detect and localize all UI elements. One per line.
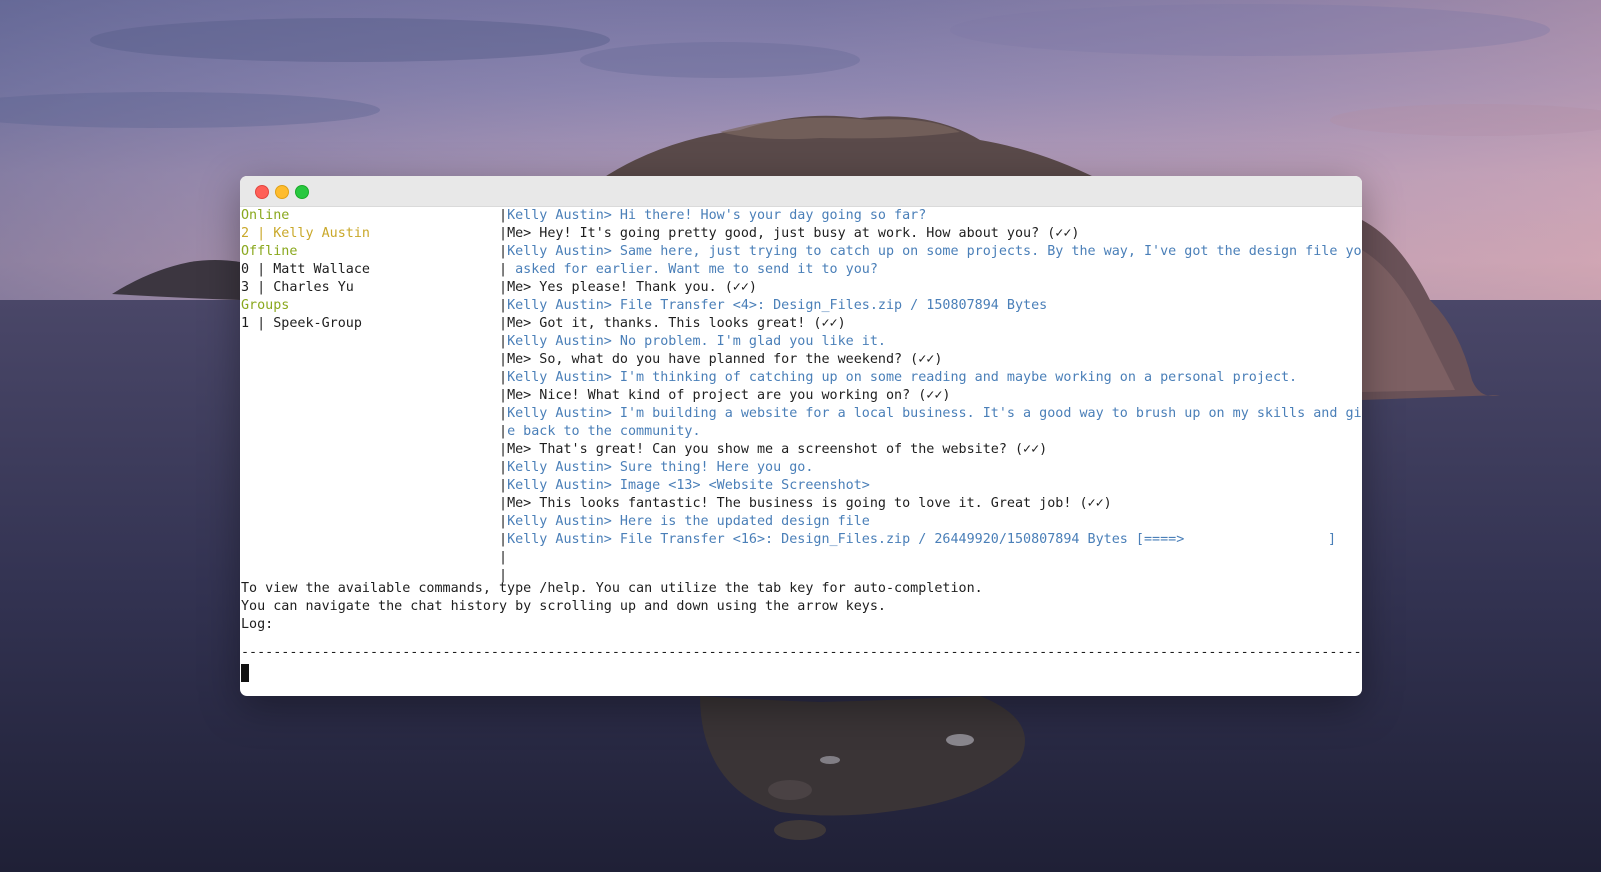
chat-message-line: | asked for earlier. Want me to send it …: [499, 261, 1362, 279]
online-heading: Online: [241, 208, 290, 223]
terminal-window: Online 2 | Kelly Austin Offline 0 | Matt…: [240, 176, 1362, 696]
chat-column-separator: |: [499, 226, 508, 241]
own-message-text: Me> Yes please! Thank you. (✓✓): [507, 280, 757, 295]
input-divider: ----------------------------------------…: [241, 645, 1362, 660]
peer-message-text: Kelly Austin> Image <13> <Website Screen…: [507, 478, 870, 493]
close-window-button[interactable]: [255, 185, 269, 199]
chat-message-line: |Me> That's great! Can you show me a scr…: [499, 441, 1362, 459]
chat-message-line: |Kelly Austin> No problem. I'm glad you …: [499, 333, 1362, 351]
chat-message-line: |Me> Yes please! Thank you. (✓✓): [499, 279, 1362, 297]
chat-column-separator: |: [499, 514, 508, 529]
peer-message-text: Kelly Austin> I'm building a website for…: [507, 406, 1362, 421]
contact-item-charles-yu[interactable]: 3 | Charles Yu: [241, 279, 354, 297]
chat-column-separator: |: [499, 244, 508, 259]
chat-column-separator: |: [499, 370, 508, 385]
peer-message-text: Kelly Austin> Sure thing! Here you go.: [507, 460, 814, 475]
window-titlebar[interactable]: [240, 176, 1362, 207]
chat-column-separator: |: [499, 388, 508, 403]
peer-message-text: asked for earlier. Want me to send it to…: [507, 262, 878, 277]
chat-message-line: |Me> Nice! What kind of project are you …: [499, 387, 1362, 405]
chat-message-line: |Kelly Austin> Here is the updated desig…: [499, 513, 1362, 531]
contact-item-matt-wallace[interactable]: 0 | Matt Wallace: [241, 261, 370, 279]
log-label: Log:: [241, 617, 274, 632]
contact-item-kelly-austin[interactable]: 2 | Kelly Austin: [241, 225, 370, 243]
chat-column-separator: |: [499, 532, 508, 547]
offline-heading: Offline: [241, 244, 298, 259]
chat-column-separator: |: [499, 316, 508, 331]
own-message-text: Me> Hey! It's going pretty good, just bu…: [507, 226, 1080, 241]
chat-column-separator: |: [499, 280, 508, 295]
peer-message-text: e back to the community.: [507, 424, 701, 439]
chat-message-line: |: [499, 549, 1362, 567]
chat-message-line: |Kelly Austin> File Transfer <4>: Design…: [499, 297, 1362, 315]
chat-column-separator: |: [499, 478, 508, 493]
chat-column-separator: |: [499, 334, 508, 349]
chat-message-line: |e back to the community.: [499, 423, 1362, 441]
peer-message-text: Kelly Austin> File Transfer <4>: Design_…: [507, 298, 1048, 313]
chat-message-line: |Me> So, what do you have planned for th…: [499, 351, 1362, 369]
chat-message-line: |Kelly Austin> File Transfer <16>: Desig…: [499, 531, 1362, 549]
peer-message-text: Kelly Austin> Same here, just trying to …: [507, 244, 1362, 259]
chat-message-line: |Kelly Austin> Sure thing! Here you go.: [499, 459, 1362, 477]
own-message-text: Me> This looks fantastic! The business i…: [507, 496, 1112, 511]
own-message-text: Me> Nice! What kind of project are you w…: [507, 388, 951, 403]
chat-message-line: |Kelly Austin> I'm building a website fo…: [499, 405, 1362, 423]
chat-column-separator: |: [499, 298, 508, 313]
chat-message-line: |Kelly Austin> I'm thinking of catching …: [499, 369, 1362, 387]
transfer-progress-bar-end: ]: [1328, 532, 1337, 547]
own-message-text: Me> So, what do you have planned for the…: [507, 352, 943, 367]
peer-message-text: Kelly Austin> File Transfer <16>: Design…: [507, 532, 1185, 547]
chat-column-separator: |: [499, 460, 508, 475]
chat-message-line: |Kelly Austin> Hi there! How's your day …: [499, 207, 1362, 225]
chat-message-line: |Me> This looks fantastic! The business …: [499, 495, 1362, 513]
chat-column-separator: |: [499, 442, 508, 457]
peer-message-text: Kelly Austin> I'm thinking of catching u…: [507, 370, 1298, 385]
navigation-hint-text: You can navigate the chat history by scr…: [241, 599, 886, 614]
chat-column-separator: |: [499, 424, 508, 439]
group-item-speek-group[interactable]: 1 | Speek-Group: [241, 315, 362, 333]
chat-message-line: |Me> Got it, thanks. This looks great! (…: [499, 315, 1362, 333]
peer-message-text: Kelly Austin> No problem. I'm glad you l…: [507, 334, 886, 349]
own-message-text: Me> Got it, thanks. This looks great! (✓…: [507, 316, 846, 331]
chat-column-separator: |: [499, 550, 508, 565]
chat-column-separator: |: [499, 496, 508, 511]
own-message-text: Me> That's great! Can you show me a scre…: [507, 442, 1048, 457]
chat-column-separator: |: [499, 262, 508, 277]
chat-message-line: |Kelly Austin> Image <13> <Website Scree…: [499, 477, 1362, 495]
groups-heading: Groups: [241, 298, 290, 313]
chat-column-separator: |: [499, 406, 508, 421]
chat-message-line: |Kelly Austin> Same here, just trying to…: [499, 243, 1362, 261]
input-cursor[interactable]: [241, 664, 249, 682]
peer-message-text: Kelly Austin> Here is the updated design…: [507, 514, 870, 529]
minimize-window-button[interactable]: [275, 185, 289, 199]
maximize-window-button[interactable]: [295, 185, 309, 199]
peer-message-text: Kelly Austin> Hi there! How's your day g…: [507, 208, 927, 223]
help-hint-text: To view the available commands, type /he…: [241, 581, 983, 596]
chat-message-line: |Me> Hey! It's going pretty good, just b…: [499, 225, 1362, 243]
terminal-content[interactable]: Online 2 | Kelly Austin Offline 0 | Matt…: [240, 207, 1362, 696]
chat-column-separator: |: [499, 208, 508, 223]
chat-column-separator: |: [499, 352, 508, 367]
